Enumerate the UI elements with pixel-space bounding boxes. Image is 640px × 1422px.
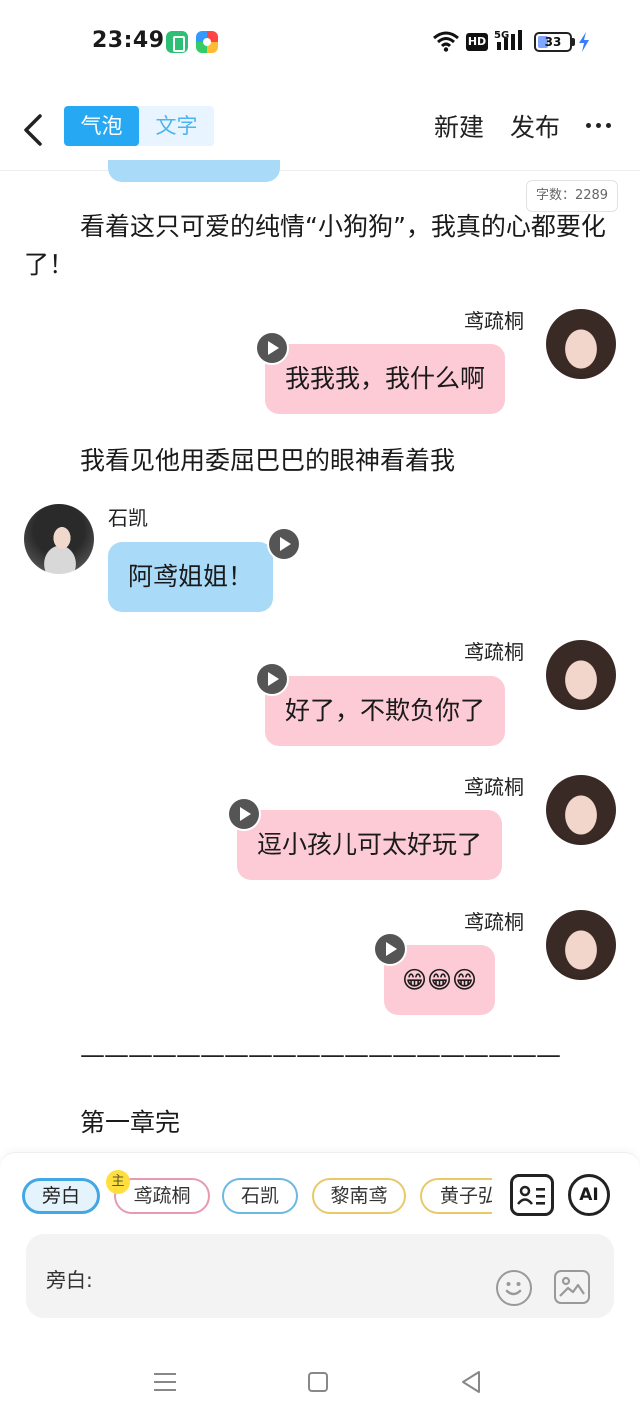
home-square-icon[interactable] [308,1372,328,1392]
ai-button[interactable]: AI [568,1174,610,1216]
role-chip[interactable]: 黄子弘 [420,1178,492,1214]
battery-icon: 33 [534,32,572,52]
chat-bubble[interactable]: 好了，不欺负你了 [265,676,506,746]
image-icon[interactable] [554,1270,590,1304]
play-icon[interactable] [257,333,287,363]
chat-bubble[interactable]: 逗小孩儿可太好玩了 [237,810,503,880]
play-icon[interactable] [257,664,287,694]
avatar[interactable] [546,910,616,980]
mode-switch: 气泡 文字 [64,106,214,146]
avatar[interactable] [546,640,616,710]
play-icon[interactable] [229,799,259,829]
menu-icon[interactable] [154,1372,176,1392]
header-divider [0,170,640,171]
status-bar: 23:49 HD 5G 33 [0,0,640,86]
smiley-icon[interactable] [496,1270,532,1306]
tab-text[interactable]: 文字 [139,106,214,146]
tab-bubble[interactable]: 气泡 [64,106,139,146]
battery-cap [572,38,575,46]
charging-icon [579,32,589,52]
input-role-label: 旁白: [46,1268,93,1292]
speaker-name: 鸢疏桐 [464,309,524,333]
speaker-name: 鸢疏桐 [464,640,524,664]
app-colorful-icon [196,31,218,53]
battery-label: 33 [544,35,562,49]
chat-bubble[interactable]: 阿鸢姐姐！ [108,542,274,612]
signal-5g-icon: 5G [494,30,522,50]
new-button[interactable]: 新建 [434,108,484,144]
chapter-divider: ———————————————————— [80,1040,561,1069]
back-triangle-icon[interactable] [460,1370,482,1394]
main-role-badge: 主 [106,1170,130,1194]
narration-text[interactable]: 看着这只可爱的纯情“小狗狗”，我真的心都要化了！ [24,208,616,284]
partial-chat-bubble [108,160,280,182]
narration-text[interactable]: 第一章完 [24,1104,616,1142]
avatar[interactable] [546,309,616,379]
status-time: 23:49 [92,28,165,53]
speaker-name: 鸢疏桐 [464,910,524,934]
contact-card-icon[interactable] [510,1174,554,1216]
hd-icon: HD [466,33,488,51]
narration-text[interactable]: 我看见他用委屈巴巴的眼神看着我 [24,442,616,480]
publish-button[interactable]: 发布 [510,108,560,144]
chat-bubble[interactable]: 我我我，我什么啊 [265,344,506,414]
role-chip-narrator[interactable]: 旁白 [22,1178,100,1214]
play-icon[interactable] [269,529,299,559]
wifi-icon [433,31,459,52]
play-icon[interactable] [375,934,405,964]
editor-header: 气泡 文字 新建 发布 [0,96,640,162]
chevron-left-icon[interactable] [14,104,54,152]
speaker-name: 石凯 [108,506,148,530]
more-horizontal-icon[interactable] [584,110,614,140]
role-chip[interactable]: 黎南鸢 [312,1178,406,1214]
role-chip[interactable]: 石凯 [222,1178,298,1214]
speaker-name: 鸢疏桐 [464,775,524,799]
avatar[interactable] [546,775,616,845]
app-green-icon [166,31,188,53]
avatar[interactable] [24,504,94,574]
